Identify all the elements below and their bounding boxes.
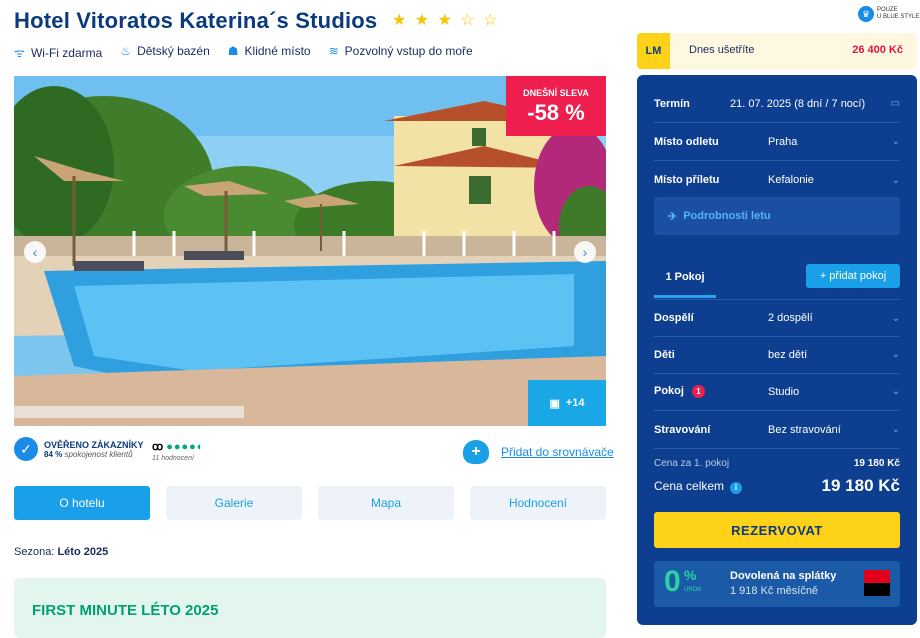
term-row[interactable]: Termín 21. 07. 2025 (8 dní / 7 nocí) ▭ xyxy=(654,85,900,123)
flight-details-button[interactable]: ✈ Podrobnosti letu xyxy=(654,197,900,235)
first-minute-box: FIRST MINUTE LÉTO 2025 xyxy=(14,578,606,638)
badge-line1: POUZE xyxy=(877,7,898,13)
plane-icon: ✈ xyxy=(668,210,678,223)
stars-filled: ★ ★ ★ xyxy=(392,12,454,29)
season-info: Sezona: Léto 2025 xyxy=(14,546,109,558)
amenity-quiet: ☗ Klidné místo xyxy=(227,44,311,58)
reserve-button[interactable]: REZERVOVAT xyxy=(654,512,900,548)
departure-label: Místo odletu xyxy=(654,135,719,148)
add-room-button[interactable]: + přidat pokoj xyxy=(806,264,900,288)
board-value: Bez stravování xyxy=(768,423,841,436)
star-rating: ★ ★ ★ ☆ ☆ xyxy=(392,10,500,30)
tab-about[interactable]: O hotelu xyxy=(14,486,150,520)
price-total: Cena celkem i 19 180 Kč xyxy=(654,476,900,495)
badge-line2: U BLUE STYLE xyxy=(877,14,920,20)
chevron-down-icon: ⌄ xyxy=(891,312,900,324)
tripadvisor-rating[interactable]: ꝏ ●●●●◐ 11 hodnocení xyxy=(152,437,204,462)
discount-badge: DNEŠNÍ SLEVA -58 % xyxy=(506,76,606,136)
pool-icon: ♨ xyxy=(120,44,132,58)
tab-room-1[interactable]: 1 Pokoj xyxy=(654,258,716,298)
stars-empty: ☆ ☆ xyxy=(460,12,500,29)
savings-label: Dnes ušetříte xyxy=(689,44,755,56)
chevron-down-icon: ⌄ xyxy=(891,136,900,147)
chevron-down-icon: ⌄ xyxy=(891,174,900,186)
tab-reviews[interactable]: Hodnocení xyxy=(470,486,606,520)
checkmark-icon: ✓ xyxy=(14,437,38,461)
zero-interest: 0 xyxy=(664,565,681,598)
rating-dots: ●●●●◐ xyxy=(166,441,205,453)
amenity-pool: ♨ Dětský bazén xyxy=(120,44,210,58)
tab-gallery[interactable]: Galerie xyxy=(166,486,302,520)
amenity-beach: ≋ Pozvolný vstup do moře xyxy=(328,44,473,58)
children-label: Děti xyxy=(654,348,675,361)
room-alert-badge: 1 xyxy=(691,385,705,398)
booking-panel: Termín 21. 07. 2025 (8 dní / 7 nocí) ▭ M… xyxy=(637,75,917,625)
arrival-label: Místo příletu xyxy=(654,174,720,186)
amenity-wifi: ᯤ Wi-Fi zdarma xyxy=(14,46,103,60)
board-label: Stravování xyxy=(654,423,711,436)
info-icon[interactable]: i xyxy=(730,481,743,494)
verified-title: OVĚŘENO ZÁKAZNÍKY xyxy=(44,439,144,450)
image-icon: ▣ xyxy=(549,397,560,410)
heart-plus-icon[interactable]: + xyxy=(463,440,489,464)
hotel-title: Hotel Vitoratos Katerina´s Studios xyxy=(14,8,378,33)
first-minute-title: FIRST MINUTE LÉTO 2025 xyxy=(32,602,219,619)
room-row[interactable]: Pokoj 1 Studio ⌄ xyxy=(654,373,900,411)
installments-banner[interactable]: 0 % ÚROK Dovolená na splátky 1 918 Kč mě… xyxy=(654,561,900,607)
departure-value: Praha xyxy=(768,135,798,148)
adults-label: Dospělí xyxy=(654,312,694,324)
quiet-icon: ☗ xyxy=(227,44,239,58)
amenities-list: ᯤ Wi-Fi zdarma ♨ Dětský bazén ☗ Klidné míst… xyxy=(14,44,473,61)
tripadvisor-owl-icon: ꝏ xyxy=(152,441,164,453)
chevron-down-icon: ⌄ xyxy=(891,349,900,360)
compare-label[interactable]: Přidat do srovnávače xyxy=(501,445,614,459)
chevron-down-icon: ⌄ xyxy=(891,386,900,397)
departure-row[interactable]: Místo odletu Praha ⌄ xyxy=(654,123,900,161)
adults-value: 2 dospělí xyxy=(768,312,813,324)
satisfaction-text: spokojenost klientů xyxy=(64,449,133,459)
arrival-row[interactable]: Místo příletu Kefalonie ⌄ xyxy=(654,161,900,199)
room-value: Studio xyxy=(768,385,800,398)
satisfaction-percent: 84 % xyxy=(44,449,63,459)
bank-logo-icon xyxy=(864,570,890,596)
hotel-photo[interactable]: DNEŠNÍ SLEVA -58 % ‹ › ▣ +14 xyxy=(14,76,606,426)
wifi-icon: ᯤ xyxy=(14,46,25,60)
lm-badge: LM xyxy=(637,33,670,69)
adults-row[interactable]: Dospělí 2 dospělí ⌄ xyxy=(654,299,900,337)
prev-photo-button[interactable]: ‹ xyxy=(24,241,46,263)
installments-title: Dovolená na splátky xyxy=(730,570,837,582)
discount-value: -58 % xyxy=(527,100,585,125)
arrival-value: Kefalonie xyxy=(768,174,814,186)
chevron-down-icon: ⌄ xyxy=(891,424,900,435)
verified-by-customers: ✓ OVĚŘENO ZÁKAZNÍKY 84 % spokojenost kli… xyxy=(14,437,144,461)
beach-icon: ≋ xyxy=(328,44,339,58)
hotel-tabs: O hotelu Galerie Mapa Hodnocení xyxy=(14,486,606,520)
savings-value: 26 400 Kč xyxy=(852,44,903,56)
blue-style-badge: ♛ POUZE U BLUE STYLE xyxy=(858,6,919,22)
compare-link[interactable]: + Přidat do srovnávače xyxy=(463,440,614,464)
crown-icon: ♛ xyxy=(858,6,874,22)
lastminute-savings: LM Dnes ušetříte 26 400 Kč xyxy=(637,33,917,69)
tab-map[interactable]: Mapa xyxy=(318,486,454,520)
term-value: 21. 07. 2025 (8 dní / 7 nocí) xyxy=(730,97,866,110)
term-label: Termín xyxy=(654,97,690,110)
total-price: 19 180 Kč xyxy=(821,476,900,495)
price-per-room: Cena za 1. pokoj 19 180 Kč xyxy=(654,458,900,469)
installments-monthly: 1 918 Kč měsíčně xyxy=(730,585,819,597)
gallery-count: +14 xyxy=(565,397,585,409)
next-photo-button[interactable]: › xyxy=(574,241,596,263)
gallery-button[interactable]: ▣ +14 xyxy=(528,380,606,426)
board-row[interactable]: Stravování Bez stravování ⌄ xyxy=(654,411,900,449)
discount-label: DNEŠNÍ SLEVA xyxy=(523,88,589,98)
children-row[interactable]: Děti bez dětí ⌄ xyxy=(654,336,900,374)
review-count: 11 hodnocení xyxy=(152,455,194,462)
children-value: bez dětí xyxy=(768,348,808,361)
room-label: Pokoj xyxy=(654,385,684,397)
calendar-icon: ▭ xyxy=(890,98,900,109)
